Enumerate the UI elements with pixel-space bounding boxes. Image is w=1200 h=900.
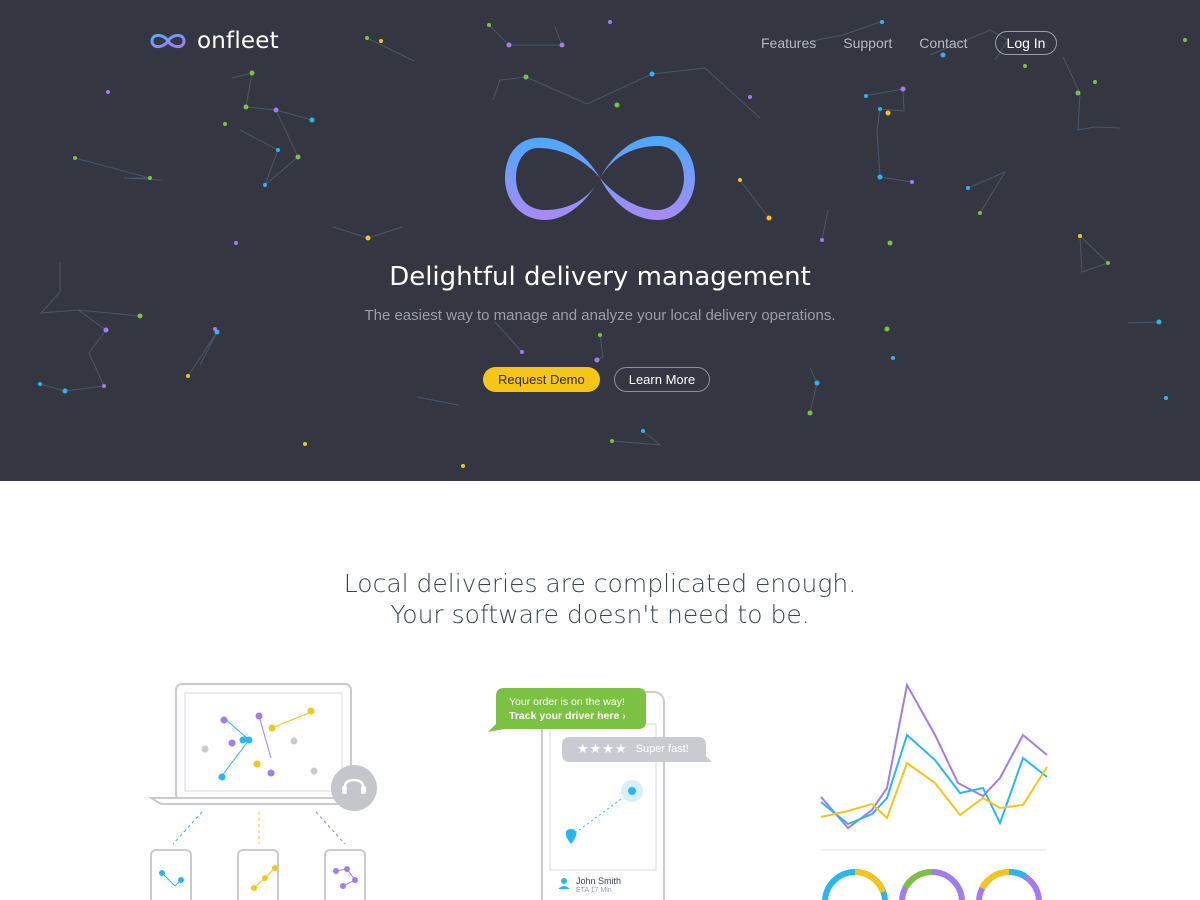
top-navigation: onfleet Features Support Contact Log In: [0, 0, 1200, 86]
login-button[interactable]: Log In: [994, 31, 1058, 55]
driver-eta: ETA 17 Min: [576, 887, 612, 894]
main-nav: Features Support Contact Log In: [761, 31, 1058, 55]
driver-name: John Smith: [576, 876, 622, 886]
star-icon: ★★★★: [577, 741, 628, 756]
headset-icon: [331, 765, 377, 811]
infinity-logo-icon: [150, 33, 186, 49]
section-tagline: Local deliveries are complicated enough.…: [0, 568, 1200, 630]
analytics-illustration: [820, 682, 1048, 900]
chevron-right-icon: ›: [622, 710, 626, 722]
request-demo-button[interactable]: Request Demo: [483, 367, 600, 392]
brand-name: onfleet: [197, 28, 279, 54]
infinity-logo-icon: [505, 136, 695, 220]
tagline-line-1: Local deliveries are complicated enough.: [343, 569, 857, 598]
tagline-line-2: Your software doesn't need to be.: [390, 600, 810, 629]
nav-features-link[interactable]: Features: [761, 35, 816, 51]
hero-section: onfleet Features Support Contact Log In …: [0, 0, 1200, 481]
nav-contact-link[interactable]: Contact: [919, 35, 967, 51]
track-driver-link[interactable]: Track your driver here: [509, 710, 619, 722]
bubble-line-1: Your order is on the way!: [509, 696, 625, 708]
rating-text: Super fast!: [635, 743, 689, 755]
hero-subtitle: The easiest way to manage and analyze yo…: [364, 307, 836, 324]
dispatch-illustration: [147, 683, 377, 900]
brand-logo[interactable]: onfleet: [149, 28, 279, 54]
tracking-illustration: Your order is on the way! Track your dri…: [486, 684, 716, 900]
cta-group: Request Demo Learn More: [483, 367, 711, 392]
hero-title: Delightful delivery management: [389, 262, 811, 292]
learn-more-button[interactable]: Learn More: [613, 367, 711, 392]
nav-support-link[interactable]: Support: [843, 35, 892, 51]
